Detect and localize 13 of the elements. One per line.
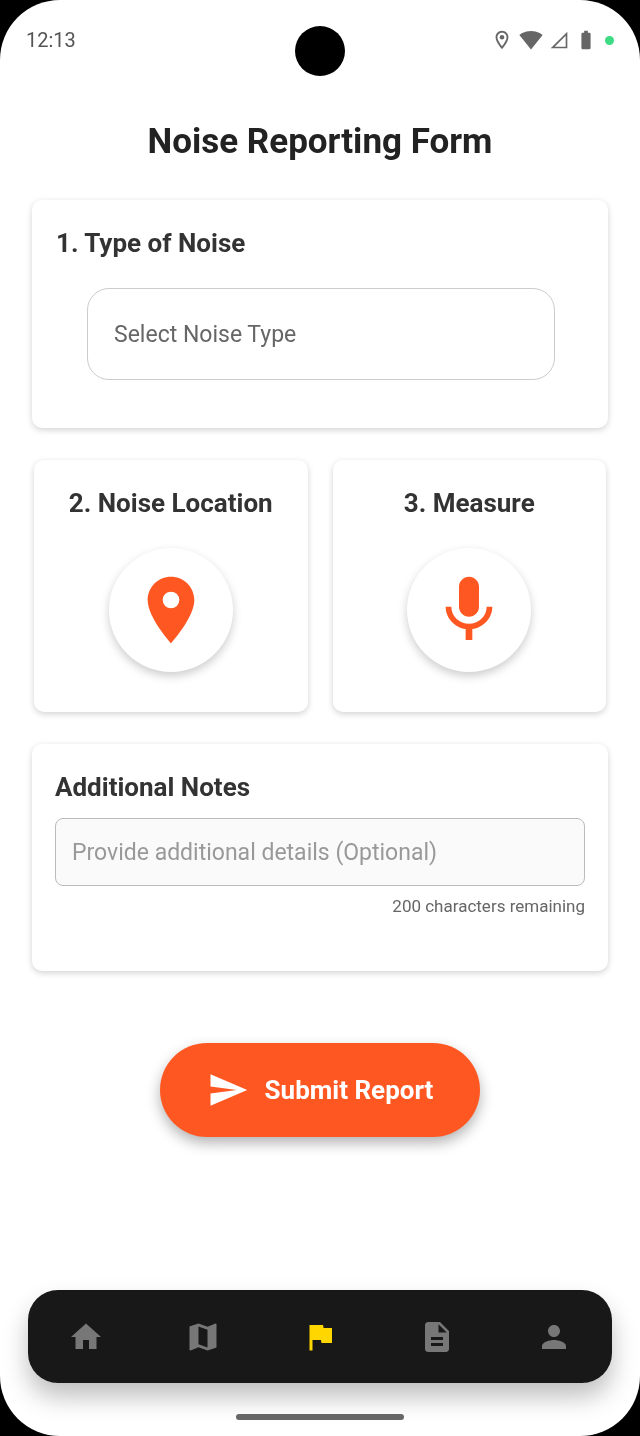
wifi-icon <box>519 28 543 52</box>
section-heading: 1. Type of Noise <box>56 227 247 260</box>
status-time: 12:13 <box>26 26 76 54</box>
section-heading: 3. Measure <box>403 487 535 520</box>
camera-cutout <box>295 26 345 76</box>
section-heading: 2. Noise Location <box>68 487 273 520</box>
notes-field[interactable]: Provide additional details (Optional) <box>55 818 585 886</box>
signal-icon <box>549 30 569 50</box>
character-counter: 200 characters remaining <box>392 895 585 918</box>
submit-button[interactable]: Submit Report <box>160 1043 480 1137</box>
form-title: Noise Reporting Form <box>146 120 494 164</box>
noise-type-field[interactable]: Select Noise Type <box>87 288 555 380</box>
section-heading: Additional Notes <box>55 771 252 804</box>
